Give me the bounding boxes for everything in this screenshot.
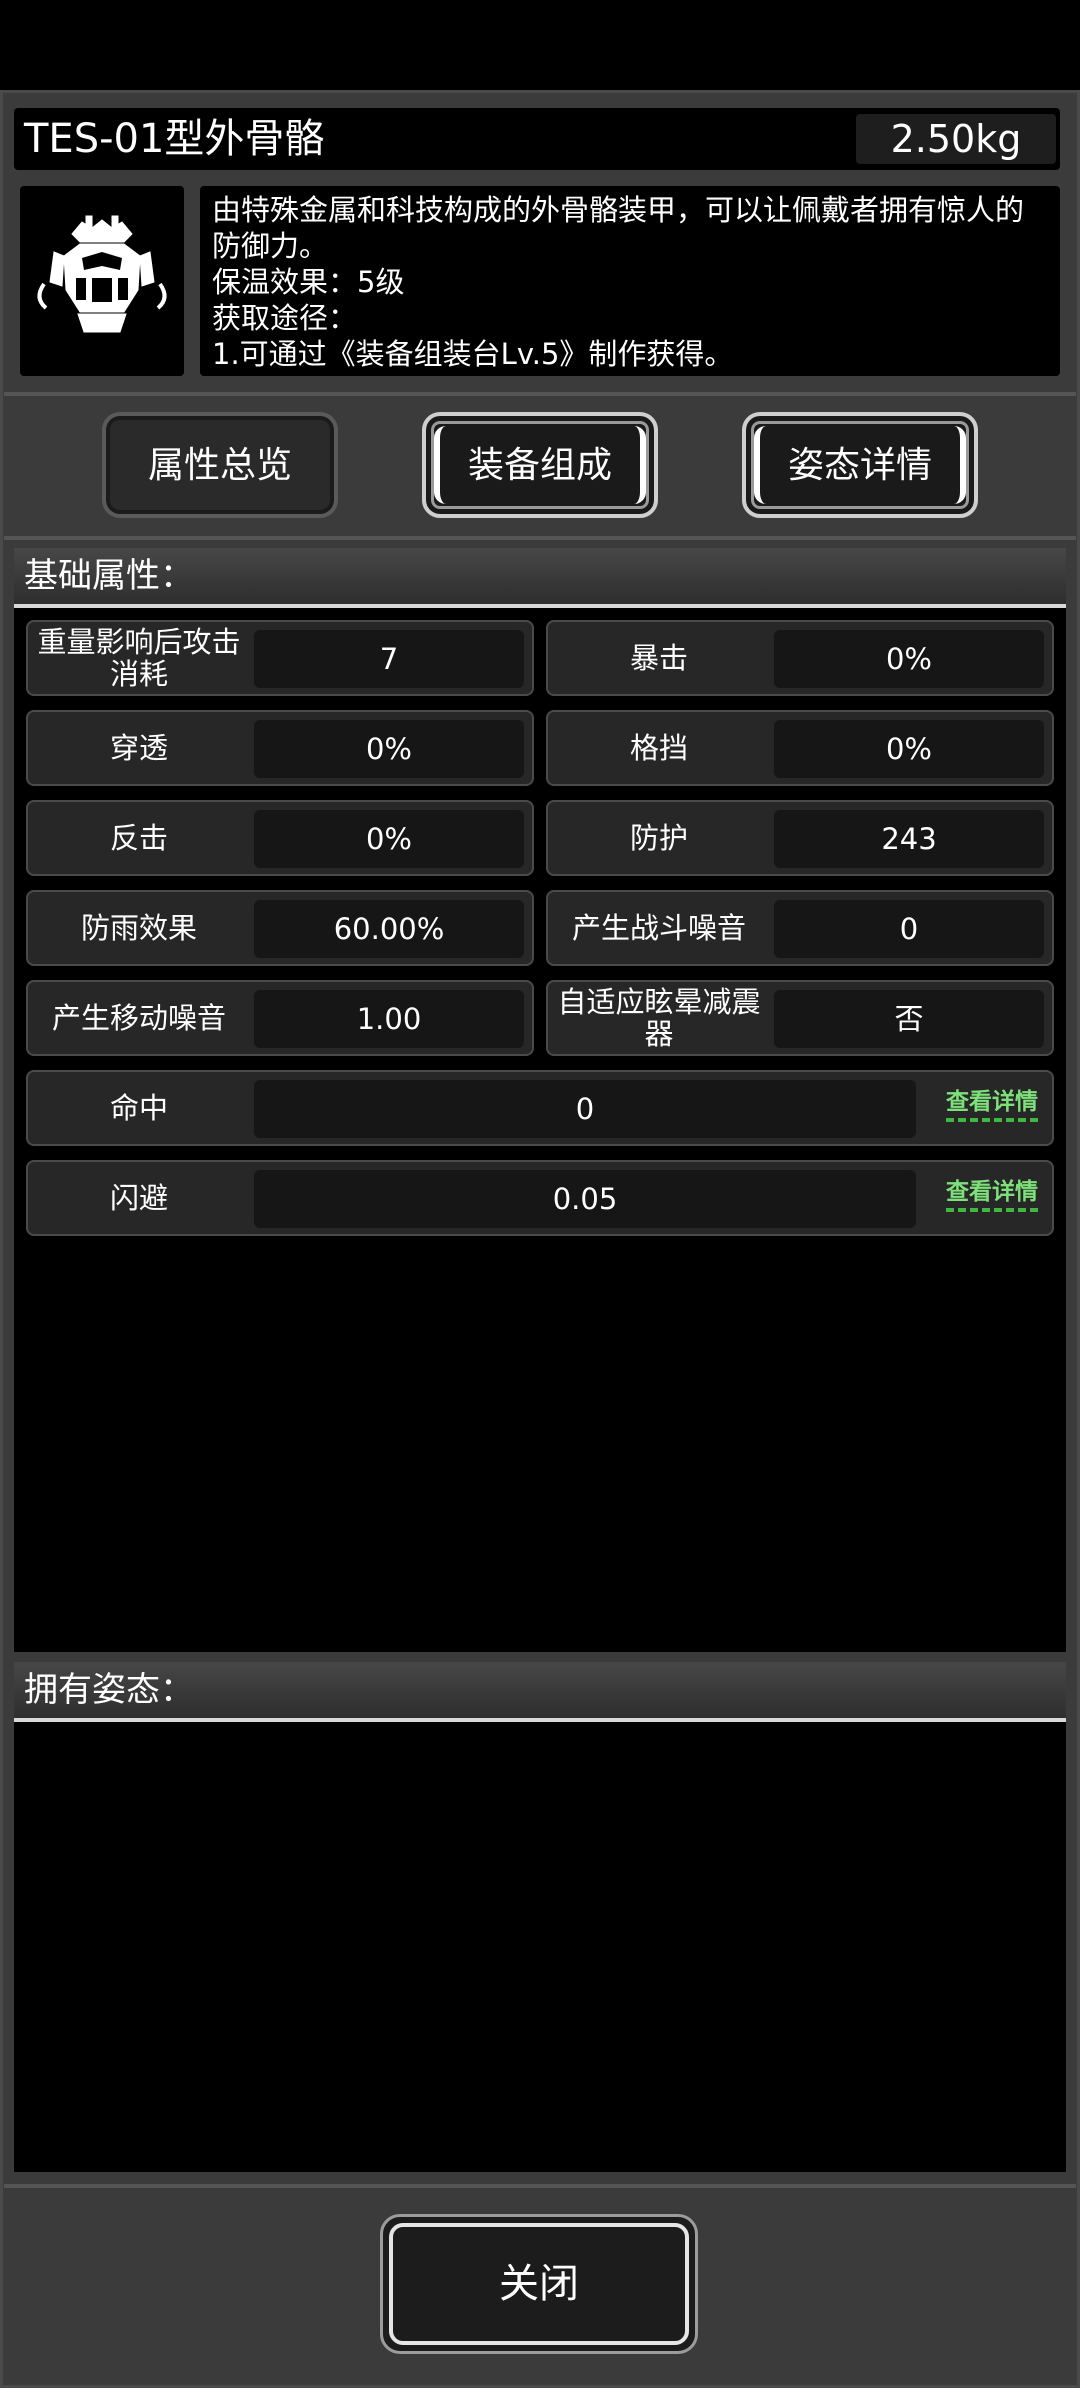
hit-view-details-link[interactable]: 查看详情: [946, 1088, 1038, 1122]
tab-label: 属性总览: [147, 445, 292, 486]
item-description: 由特殊金属和科技构成的外骨骼装甲，可以让佩戴者拥有惊人的 防御力。 保温效果：5…: [200, 186, 1060, 376]
description-line: 1.可通过《装备组装台Lv.5》制作获得。: [212, 337, 734, 371]
attr-label: 格挡: [629, 731, 688, 765]
attr-label: 重量影响后攻击消耗: [37, 625, 241, 691]
close-label: 关闭: [499, 2261, 579, 2307]
attr-value: 否: [774, 990, 1044, 1048]
attr-block: 格挡 0%: [546, 710, 1054, 786]
description-line: 保温效果：5级: [212, 265, 405, 299]
attr-label: 自适应眩晕减震器: [557, 985, 761, 1051]
attr-attack-cost: 重量影响后攻击消耗 7: [26, 620, 534, 696]
dodge-view-details-link[interactable]: 查看详情: [946, 1178, 1038, 1212]
description-line: 由特殊金属和科技构成的外骨骼装甲，可以让佩戴者拥有惊人的: [212, 193, 1025, 227]
attr-stun-absorber: 自适应眩晕减震器 否: [546, 980, 1054, 1056]
tab-label: 装备组成: [467, 445, 612, 486]
attr-value: 0%: [774, 720, 1044, 778]
attr-label: 反击: [109, 821, 168, 855]
item-weight: 2.50kg: [856, 114, 1056, 164]
status-bar: [0, 0, 1080, 90]
tab-attribute-overview[interactable]: 属性总览: [102, 412, 338, 518]
divider: [4, 536, 1076, 540]
attr-value: 243: [774, 810, 1044, 868]
attr-value: 0%: [774, 630, 1044, 688]
description-line: 获取途径：: [212, 301, 358, 335]
attr-label: 防雨效果: [80, 911, 197, 945]
attr-label: 产生战斗噪音: [571, 911, 746, 945]
close-button[interactable]: 关闭: [380, 2214, 698, 2354]
tab-equipment-composition[interactable]: 装备组成: [422, 412, 658, 518]
attr-label: 暴击: [629, 641, 688, 675]
attr-combat-noise: 产生战斗噪音 0: [546, 890, 1054, 966]
attr-label: 穿透: [109, 731, 168, 765]
attr-label: 防护: [629, 821, 688, 855]
attr-penetration: 穿透 0%: [26, 710, 534, 786]
item-icon-frame: [20, 186, 184, 376]
attr-label: 命中: [109, 1091, 168, 1125]
tab-label: 姿态详情: [787, 445, 932, 486]
base-attributes-title: 基础属性：: [14, 548, 1066, 608]
attr-value: 7: [254, 630, 524, 688]
attr-counter: 反击 0%: [26, 800, 534, 876]
attr-value: 0%: [254, 720, 524, 778]
divider: [4, 2184, 1076, 2188]
attr-movement-noise: 产生移动噪音 1.00: [26, 980, 534, 1056]
attr-value: 0.05: [254, 1170, 916, 1228]
attr-value: 0: [254, 1080, 916, 1138]
description-line: 防御力。: [212, 229, 329, 263]
attr-protection: 防护 243: [546, 800, 1054, 876]
exoskeleton-armor-icon: [37, 215, 167, 333]
divider: [4, 392, 1076, 396]
stances-section: [14, 1662, 1066, 2172]
stances-title: 拥有姿态：: [14, 1662, 1066, 1722]
attr-value: 1.00: [254, 990, 524, 1048]
attr-dodge: 闪避 0.05 查看详情: [26, 1160, 1054, 1236]
attr-value: 0: [774, 900, 1044, 958]
item-name: TES-01型外骨骼: [24, 116, 325, 162]
attr-label: 闪避: [109, 1181, 168, 1215]
attr-value: 0%: [254, 810, 524, 868]
attr-value: 60.00%: [254, 900, 524, 958]
attr-hit: 命中 0 查看详情: [26, 1070, 1054, 1146]
attr-label: 产生移动噪音: [51, 1001, 226, 1035]
attr-critical: 暴击 0%: [546, 620, 1054, 696]
tab-stance-details[interactable]: 姿态详情: [742, 412, 978, 518]
attr-rainproof: 防雨效果 60.00%: [26, 890, 534, 966]
